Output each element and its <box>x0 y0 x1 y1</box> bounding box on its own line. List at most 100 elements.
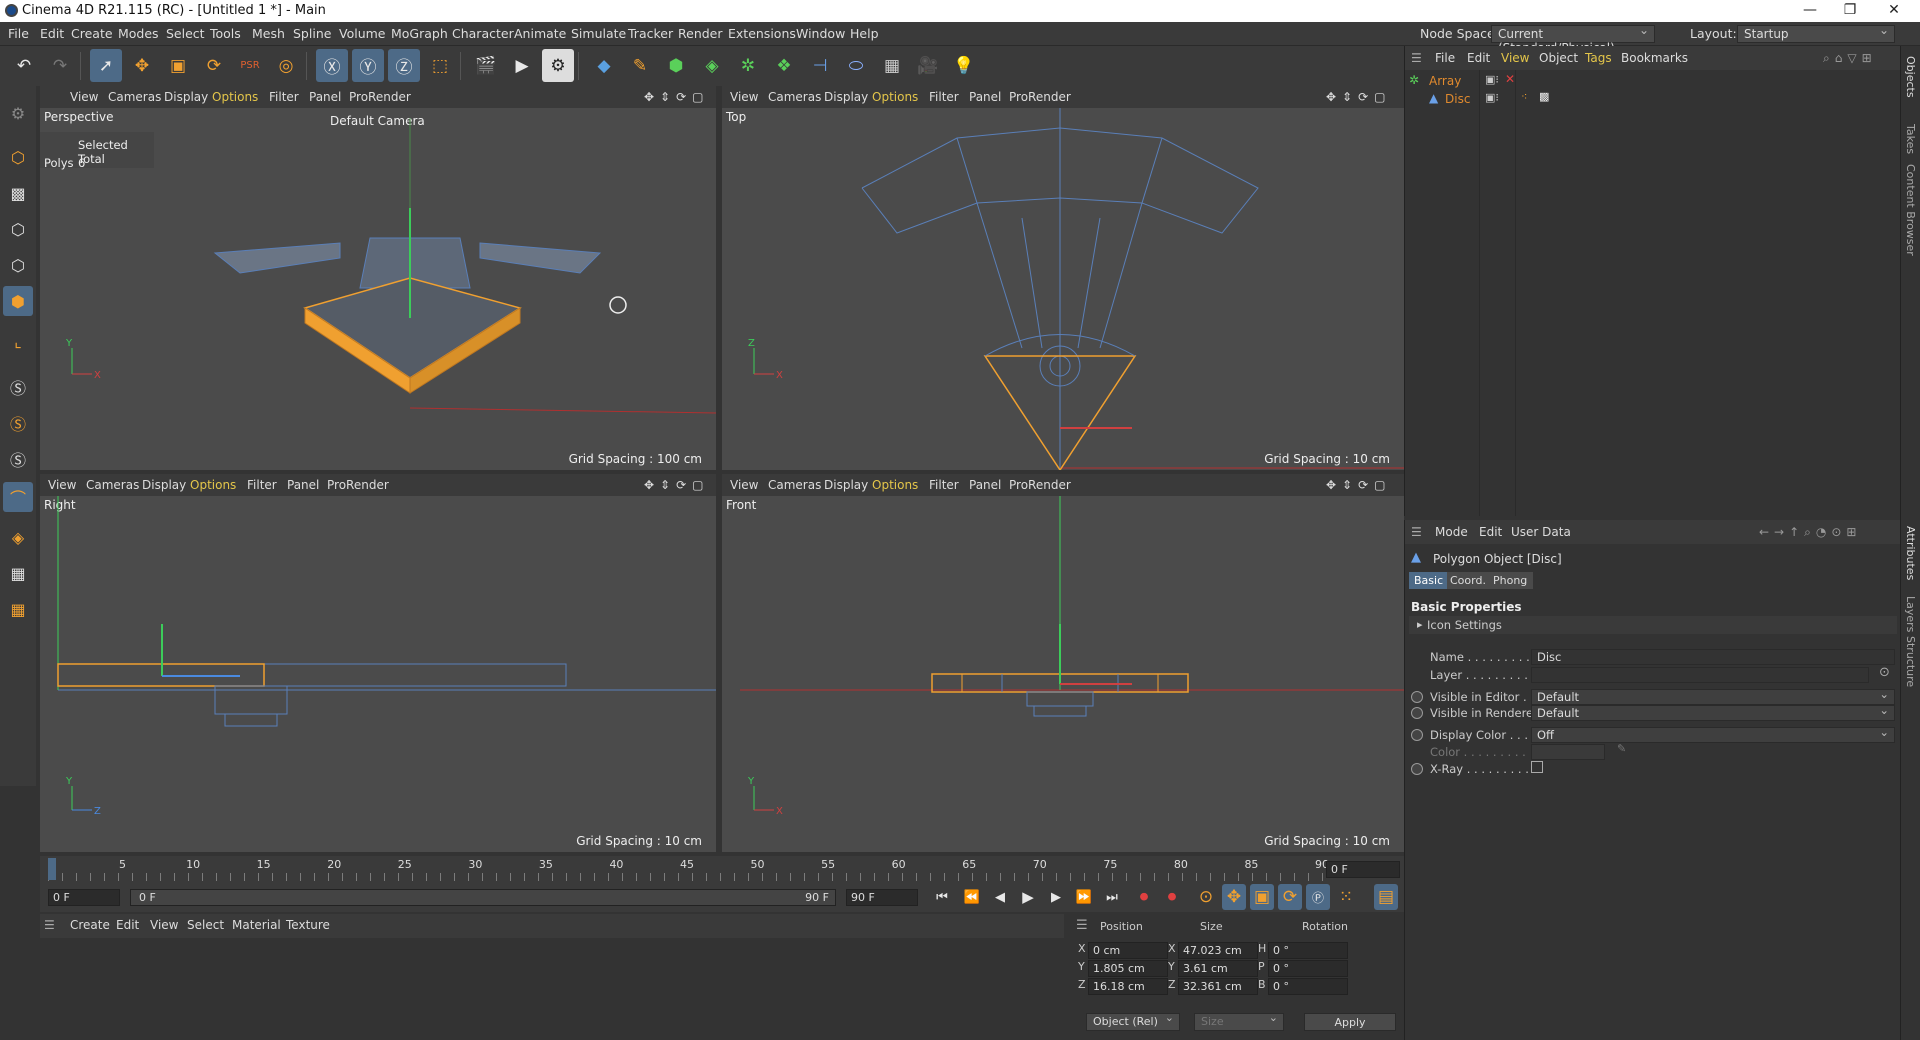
vp-menu-cameras[interactable]: Cameras <box>86 478 139 492</box>
menu-simulate[interactable]: Simulate <box>571 26 626 41</box>
coordinate-system-icon[interactable]: ⬚ <box>424 49 456 82</box>
obj-menu-edit[interactable]: Edit <box>1467 51 1490 65</box>
axis-mode-icon[interactable]: ⌞ <box>3 326 33 356</box>
menu-edit[interactable]: Edit <box>40 26 64 41</box>
move-tool-icon[interactable]: ✥ <box>126 49 158 82</box>
timeline-window-icon[interactable]: ▤ <box>1374 884 1398 910</box>
name-field[interactable]: Disc <box>1531 649 1895 665</box>
phong-tag-icon[interactable]: ⁖ <box>1521 90 1527 103</box>
redo-icon[interactable]: ↷ <box>44 49 76 82</box>
eyedropper-icon[interactable]: ✎ <box>1617 742 1626 755</box>
vp-menu-options[interactable]: Options <box>872 90 918 104</box>
go-to-start-icon[interactable]: ⏮ <box>930 884 954 910</box>
keyframe-selection-icon[interactable]: ⊙ <box>1194 884 1218 910</box>
key-parameter-icon[interactable]: Ⓟ <box>1306 884 1330 910</box>
mat-menu-select[interactable]: Select <box>187 918 224 932</box>
obj-menu-bookmarks[interactable]: Bookmarks <box>1621 51 1688 65</box>
menu-character[interactable]: Character <box>452 26 514 41</box>
vp-menu-cameras[interactable]: Cameras <box>768 90 821 104</box>
next-key-icon[interactable]: ⏩ <box>1072 884 1096 910</box>
object-name[interactable]: Array <box>1429 74 1461 88</box>
vp-menu-cameras[interactable]: Cameras <box>768 478 821 492</box>
enable-toggle-icon[interactable]: ✕ <box>1505 72 1515 86</box>
field-icon[interactable]: ⬭ <box>840 49 872 82</box>
visibility-dots-icon[interactable]: ▣⁝ <box>1485 91 1499 104</box>
layout-select[interactable]: Startup <box>1737 23 1895 43</box>
menu-render[interactable]: Render <box>678 26 723 41</box>
icon-settings-group[interactable]: ▸ Icon Settings <box>1409 616 1897 634</box>
obj-menu-tags[interactable]: Tags <box>1585 51 1612 65</box>
deformer-icon[interactable]: ⊣ <box>804 49 836 82</box>
record-icon[interactable]: ⏺ <box>1132 884 1156 910</box>
attr-menu-user-data[interactable]: User Data <box>1511 525 1571 539</box>
edges-mode-icon[interactable]: ⬡ <box>3 250 33 280</box>
obj-menu-file[interactable]: File <box>1435 51 1455 65</box>
side-tab-attributes[interactable]: Attributes <box>1904 526 1917 580</box>
workplane-icon[interactable]: ⌒ <box>3 482 33 512</box>
obj-menu-view[interactable]: View <box>1501 51 1529 65</box>
position-field[interactable]: 1.805 cm <box>1088 960 1168 977</box>
extrude-icon[interactable]: ◈ <box>696 49 728 82</box>
vp-menu-view[interactable]: View <box>730 478 758 492</box>
menu-modes[interactable]: Modes <box>118 26 159 41</box>
tab-coord[interactable]: Coord. <box>1447 572 1489 589</box>
viewport-perspective[interactable]: View Cameras Display Options Filter Pane… <box>40 86 716 470</box>
menu-help[interactable]: Help <box>850 26 879 41</box>
array-icon[interactable]: ✲ <box>732 49 764 82</box>
radio-display-color[interactable] <box>1411 729 1423 741</box>
vp-menu-filter[interactable]: Filter <box>269 90 299 104</box>
hamburger-icon[interactable]: ☰ <box>1076 918 1088 933</box>
visible-editor-select[interactable]: Default <box>1531 687 1895 705</box>
key-pla-icon[interactable]: ⁙ <box>1334 884 1358 910</box>
hamburger-icon[interactable]: ☰ <box>44 918 55 932</box>
material-tag-icon[interactable]: ▩ <box>1539 90 1549 103</box>
menu-animate[interactable]: Animate <box>514 26 566 41</box>
object-name[interactable]: Disc <box>1445 92 1470 106</box>
snap-settings-icon[interactable]: Ⓢ <box>3 408 33 438</box>
hamburger-icon[interactable]: ☰ <box>1411 525 1422 539</box>
viewport-nav-icons[interactable]: ✥⇕⟳▢ <box>644 90 710 104</box>
material-area[interactable] <box>40 938 1064 1040</box>
recent-tools-icon[interactable]: PSR <box>234 49 266 82</box>
menu-extensions[interactable]: Extensions <box>728 26 796 41</box>
size-field[interactable]: 3.61 cm <box>1178 960 1258 977</box>
vp-menu-panel[interactable]: Panel <box>969 478 1001 492</box>
viewport-nav-icons[interactable]: ✥⇕⟳▢ <box>1326 90 1392 104</box>
size-field[interactable]: 47.023 cm <box>1178 942 1258 959</box>
vp-menu-cameras[interactable]: Cameras <box>108 90 161 104</box>
subdivision-icon[interactable]: ⬢ <box>660 49 692 82</box>
rotation-field[interactable]: 0 ° <box>1268 960 1348 977</box>
vp-menu-panel[interactable]: Panel <box>287 478 319 492</box>
polygons-mode-icon[interactable]: ⬢ <box>3 286 33 316</box>
lock-workplane-icon[interactable]: ▦ <box>3 558 33 588</box>
attr-menu-mode[interactable]: Mode <box>1435 525 1468 539</box>
previous-frame-icon[interactable]: ◀ <box>988 884 1012 910</box>
minimize-icon[interactable]: — <box>1796 2 1824 18</box>
start-frame-field[interactable]: 0 F <box>48 889 120 906</box>
radio-visible-renderer[interactable] <box>1411 707 1423 719</box>
scale-tool-icon[interactable]: ▣ <box>162 49 194 82</box>
current-frame-field[interactable]: 0 F <box>1326 861 1400 878</box>
radio-visible-editor[interactable] <box>1411 691 1423 703</box>
radio-xray[interactable] <box>1411 763 1423 775</box>
vp-menu-prorender[interactable]: ProRender <box>1009 478 1071 492</box>
timeline-playhead[interactable] <box>48 858 56 880</box>
points-mode-icon[interactable]: ⬡ <box>3 214 33 244</box>
vp-menu-view[interactable]: View <box>48 478 76 492</box>
next-frame-icon[interactable]: ▶ <box>1044 884 1068 910</box>
range-slider[interactable]: 0 F 90 F <box>130 889 836 906</box>
floor-grid-icon[interactable]: ◈ <box>3 522 33 552</box>
tab-phong[interactable]: Phong <box>1489 572 1533 589</box>
side-tab-structure[interactable]: Structure <box>1904 636 1917 687</box>
vp-menu-options[interactable]: Options <box>872 478 918 492</box>
vp-menu-view[interactable]: View <box>730 90 758 104</box>
menu-window[interactable]: Window <box>796 26 845 41</box>
play-icon[interactable]: ▶ <box>1016 884 1040 910</box>
side-tab-takes[interactable]: Takes <box>1904 124 1917 154</box>
cloner-icon[interactable]: ❖ <box>768 49 800 82</box>
menu-volume[interactable]: Volume <box>339 26 386 41</box>
visible-renderer-select[interactable]: Default <box>1531 703 1895 721</box>
mat-menu-create[interactable]: Create <box>70 918 110 932</box>
restore-icon[interactable]: ❐ <box>1836 2 1864 18</box>
render-view-icon[interactable]: 🎬 <box>470 49 502 82</box>
